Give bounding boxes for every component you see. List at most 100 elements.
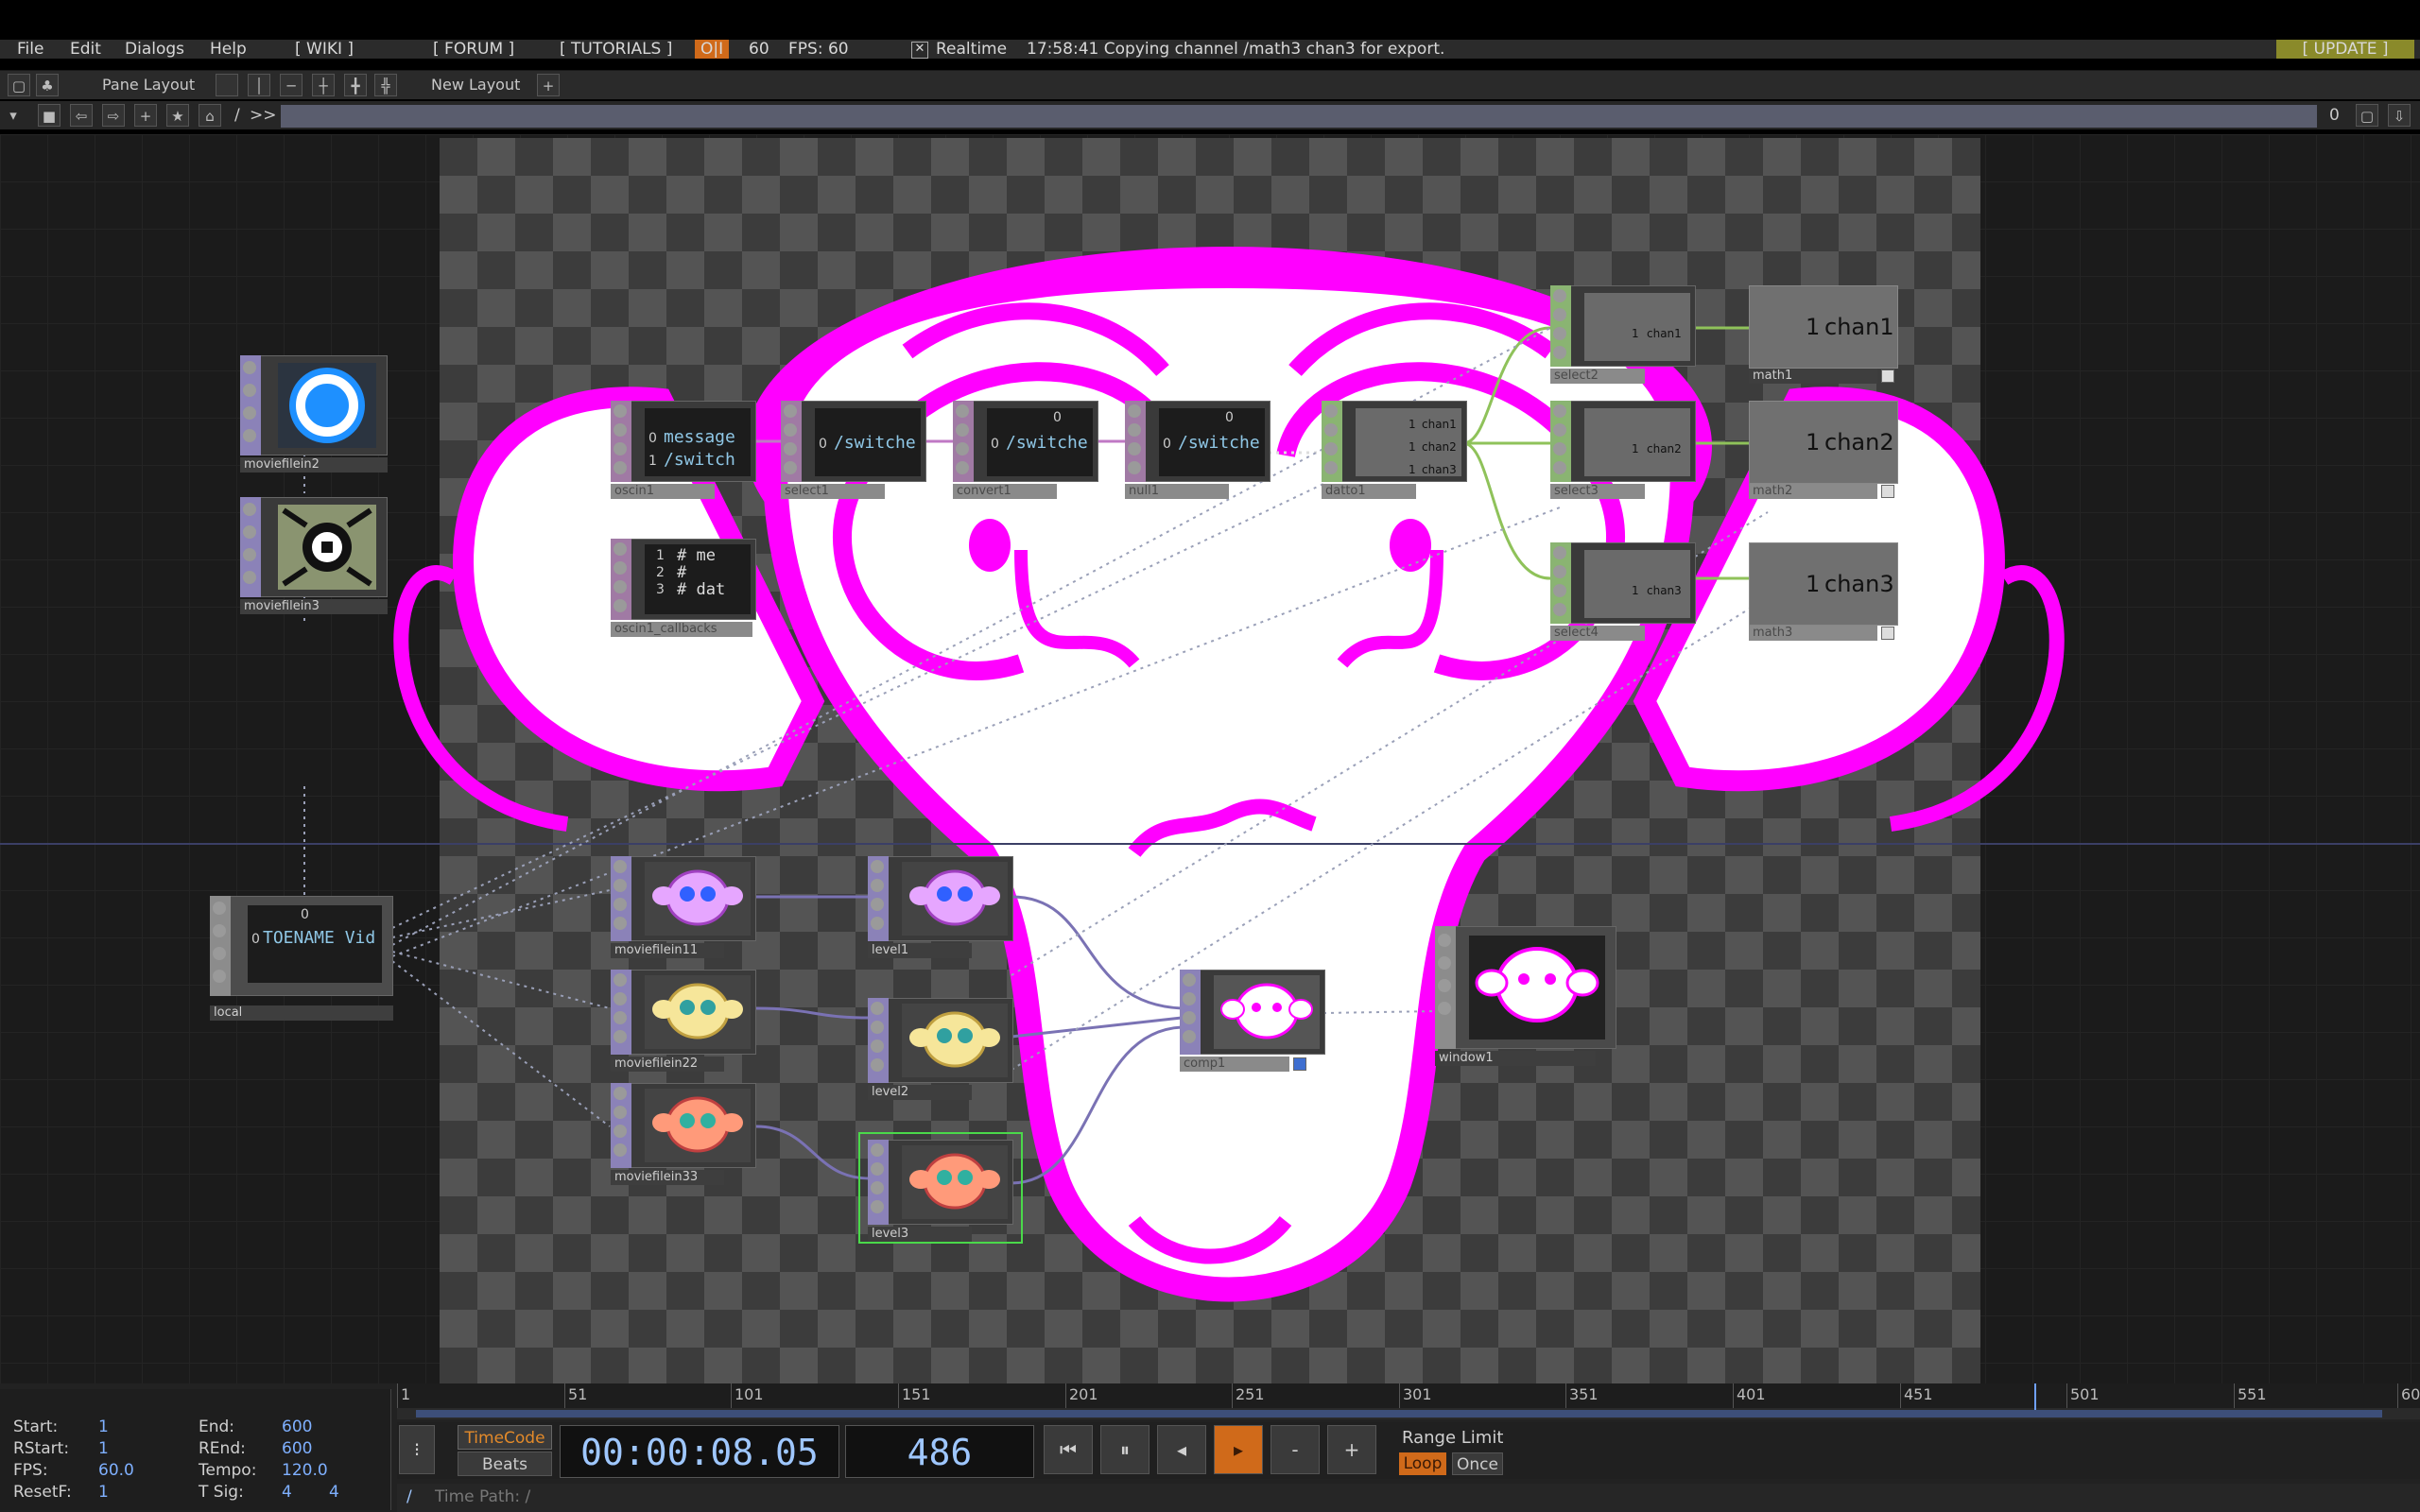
node-label[interactable]: convert1 (953, 484, 1057, 499)
once-button[interactable]: Once (1452, 1452, 1503, 1475)
row-number: 0 (991, 437, 999, 452)
stop-icon[interactable]: ■ (38, 104, 60, 127)
maximize-icon[interactable]: ▢ (2356, 104, 2378, 127)
node-label[interactable]: moviefilein33 (611, 1170, 724, 1185)
perform-mode-button[interactable]: O|I (695, 40, 730, 59)
viewer-icon[interactable]: ▢ (8, 74, 30, 96)
forward-icon[interactable]: ⇨ (102, 104, 125, 127)
update-button[interactable]: [ UPDATE ] (2276, 40, 2414, 59)
resetf-value[interactable]: 1 (98, 1483, 109, 1502)
channel-name: chan1 (1824, 314, 1894, 340)
fps-value[interactable]: 60.0 (98, 1461, 134, 1480)
timeline-ruler[interactable]: 151101151201251301351401451501551600 (397, 1383, 2420, 1408)
fps-label: FPS: (13, 1461, 48, 1480)
node-label[interactable]: select1 (781, 484, 885, 499)
tutorials-link[interactable]: [ TUTORIALS ] (560, 40, 672, 59)
playhead[interactable] (2034, 1383, 2036, 1410)
menu-help[interactable]: Help (210, 40, 247, 59)
timecode-display[interactable]: 00:00:08.05 (560, 1425, 839, 1478)
play-icon[interactable]: ▸ (1214, 1425, 1263, 1474)
back-icon[interactable]: ⇦ (70, 104, 93, 127)
add-icon[interactable] (1881, 627, 1894, 640)
node-label[interactable]: oscin1 (611, 484, 715, 499)
loop-button[interactable]: Loop (1399, 1452, 1446, 1475)
start-value[interactable]: 1 (98, 1418, 109, 1436)
time-path-root[interactable]: / (406, 1487, 412, 1506)
node-label[interactable]: math3 (1749, 626, 1877, 641)
add-layout-button[interactable]: + (537, 74, 560, 96)
ruler-tick-line (1065, 1383, 1066, 1408)
network-editor[interactable]: moviefilein2 moviefilein3 0 0 TOENAME Vi… (0, 134, 2420, 1383)
node-label[interactable]: math2 (1749, 484, 1877, 499)
layout-single-icon[interactable] (216, 74, 238, 96)
node-label[interactable]: select3 (1550, 484, 1645, 499)
pause-icon[interactable]: ⏸ (1100, 1425, 1150, 1474)
plus-button[interactable]: + (1327, 1425, 1376, 1474)
wires (303, 326, 1769, 1185)
node-label[interactable]: level3 (868, 1227, 972, 1242)
layout-split-h-icon[interactable]: ─ (280, 74, 302, 96)
table-cell: TOENAME Vid (263, 928, 376, 948)
path-field[interactable] (281, 105, 2317, 128)
node-label[interactable]: moviefilein22 (611, 1057, 724, 1072)
node-label[interactable]: datto1 (1322, 484, 1416, 499)
ruler-tick-label: 51 (568, 1385, 588, 1403)
menu-edit[interactable]: Edit (70, 40, 101, 59)
frame-display[interactable]: 486 (845, 1425, 1034, 1478)
beats-toggle[interactable]: Beats (458, 1452, 552, 1476)
layout-split-v-icon[interactable]: │ (248, 74, 270, 96)
minus-button[interactable]: - (1270, 1425, 1320, 1474)
menu-dialogs[interactable]: Dialogs (125, 40, 184, 59)
row-number: 0 (1163, 437, 1171, 452)
path-root[interactable]: / (234, 106, 240, 125)
wiki-link[interactable]: [ WIKI ] (295, 40, 354, 59)
path-more[interactable]: >> (250, 106, 277, 125)
row-number: 0 (251, 932, 260, 947)
node-label[interactable]: oscin1_callbacks (611, 622, 752, 637)
rend-value[interactable]: 600 (282, 1439, 312, 1458)
ruler-tick-label: 351 (1569, 1385, 1599, 1403)
node-label[interactable]: null1 (1125, 484, 1229, 499)
menu-file[interactable]: File (17, 40, 43, 59)
node-label[interactable]: level1 (868, 943, 972, 958)
display-flag-icon[interactable] (1293, 1057, 1306, 1071)
rstart-value[interactable]: 1 (98, 1439, 109, 1458)
add-icon[interactable] (1881, 485, 1894, 498)
tempo-value[interactable]: 120.0 (282, 1461, 328, 1480)
download-icon[interactable]: ⇩ (2388, 104, 2411, 127)
panel-icon[interactable]: ♣ (36, 74, 59, 96)
end-value[interactable]: 600 (282, 1418, 312, 1436)
tsig-denominator[interactable]: 4 (329, 1483, 339, 1502)
ruler-tick-line (731, 1383, 732, 1408)
add-icon[interactable] (1881, 369, 1894, 383)
timeline-mode-icon[interactable]: ⁝ (399, 1425, 435, 1474)
channel-value: 1 (1806, 571, 1821, 597)
timecode-toggle[interactable]: TimeCode (458, 1425, 552, 1450)
star-icon[interactable]: ★ (166, 104, 189, 127)
node-label[interactable]: window1 (1435, 1051, 1596, 1066)
new-layout-label: New Layout (431, 76, 521, 94)
layout-three-icon[interactable]: ┼ (312, 74, 335, 96)
realtime-checkbox[interactable]: ✕ (911, 42, 928, 59)
forum-link[interactable]: [ FORUM ] (433, 40, 514, 59)
node-label[interactable]: math1 (1749, 369, 1877, 384)
tsig-numerator[interactable]: 4 (282, 1483, 292, 1502)
node-label[interactable]: comp1 (1180, 1057, 1289, 1072)
node-label[interactable]: local (210, 1005, 393, 1021)
skip-to-start-icon[interactable]: ⏮ (1044, 1425, 1093, 1474)
node-label[interactable]: moviefilein3 (240, 599, 388, 614)
layout-four-icon[interactable]: ╋ (344, 74, 367, 96)
pane-layout-label: Pane Layout (102, 76, 196, 94)
home-icon[interactable]: ⌂ (199, 104, 221, 127)
step-back-icon[interactable]: ◂ (1157, 1425, 1206, 1474)
node-label[interactable]: level2 (868, 1085, 972, 1100)
node-label[interactable]: moviefilein2 (240, 457, 388, 472)
monkey-thumbnail-icon (652, 869, 743, 926)
add-icon[interactable]: + (134, 104, 157, 127)
node-label[interactable]: moviefilein11 (611, 943, 724, 958)
timeline-scroll-thumb[interactable] (416, 1410, 2382, 1418)
node-label[interactable]: select4 (1550, 626, 1645, 641)
node-label[interactable]: select2 (1550, 369, 1645, 384)
chevron-down-icon[interactable]: ▾ (2, 104, 25, 127)
layout-grid-icon[interactable]: ╬ (374, 74, 397, 96)
